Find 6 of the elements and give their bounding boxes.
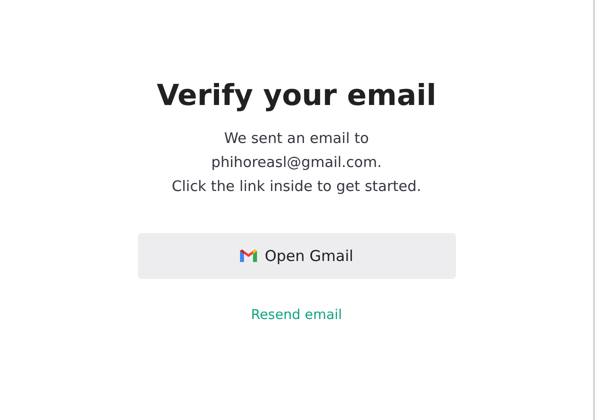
page-title: Verify your email bbox=[156, 78, 436, 113]
message-text: Click the link inside to get started. bbox=[172, 178, 422, 197]
mail-icon bbox=[240, 249, 257, 262]
open-gmail-button[interactable]: Open Gmail bbox=[138, 232, 456, 279]
message-text: phihoreasl@gmail.com. bbox=[211, 154, 382, 173]
message-text: We sent an email to bbox=[224, 130, 369, 149]
